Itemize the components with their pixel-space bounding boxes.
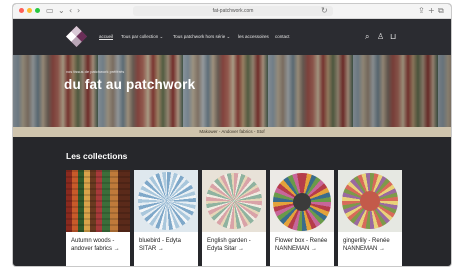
collection-card-gingerlily[interactable]: gingerlily - Renée NANNEMAN → bbox=[338, 170, 402, 266]
collection-card-autumn-woods[interactable]: Autumn woods - andover fabrics → bbox=[66, 170, 130, 266]
collection-card-english-garden[interactable]: English garden - Edyta Sitar → bbox=[202, 170, 266, 266]
minimize-window-button[interactable] bbox=[27, 8, 32, 13]
collection-caption[interactable]: Autumn woods - andover fabrics → bbox=[71, 238, 127, 253]
hero-title: du fat au patchwork bbox=[64, 77, 196, 92]
collections-title: Les collections bbox=[66, 151, 128, 161]
nav-item-contact[interactable]: contact bbox=[275, 34, 290, 39]
brands-strip: Makower - Andover fabrics - Stof bbox=[13, 127, 451, 137]
cart-icon[interactable]: ⊔ bbox=[390, 32, 396, 41]
fan-center bbox=[360, 191, 380, 211]
nav-item-accueil[interactable]: accueil bbox=[99, 34, 113, 39]
site-logo[interactable] bbox=[66, 26, 87, 47]
forward-icon[interactable]: › bbox=[77, 6, 80, 16]
sidebar-icon[interactable]: ▭ bbox=[46, 6, 54, 16]
collection-image[interactable] bbox=[202, 170, 266, 232]
share-icon[interactable]: ⇪ bbox=[418, 6, 425, 16]
account-icon[interactable]: ♙ bbox=[377, 32, 384, 41]
collection-caption[interactable]: bluebird - Edyta SITAR → bbox=[139, 238, 195, 253]
address-bar[interactable]: fat-patchwork.com bbox=[133, 6, 333, 16]
chevron-down-icon[interactable]: ⌄ bbox=[58, 6, 65, 16]
close-window-button[interactable] bbox=[19, 8, 24, 13]
fan-center bbox=[293, 193, 311, 211]
brands-strip-text: Makower - Andover fabrics - Stof bbox=[199, 129, 265, 134]
collection-caption[interactable]: Flower box - Renée NANNEMAN → bbox=[275, 238, 331, 253]
collection-caption[interactable]: English garden - Edyta Sitar → bbox=[207, 238, 263, 253]
browser-toolbar: ▭ ⌄ ‹ › fat-patchwork.com ↻ ⇪ + ⧉ bbox=[13, 4, 451, 19]
collection-card-flower-box[interactable]: Flower box - Renée NANNEMAN → bbox=[270, 170, 334, 266]
browser-window: ▭ ⌄ ‹ › fat-patchwork.com ↻ ⇪ + ⧉ accuei… bbox=[12, 3, 452, 267]
hero-kicker: vos tissus de patchwork préférés bbox=[66, 69, 125, 74]
maximize-window-button[interactable] bbox=[35, 8, 40, 13]
collection-card-bluebird[interactable]: bluebird - Edyta SITAR → bbox=[134, 170, 198, 266]
tabs-overview-icon[interactable]: ⧉ bbox=[438, 6, 444, 16]
nav-item-accessoires[interactable]: les accessoires bbox=[238, 34, 269, 39]
search-icon[interactable]: ⌕ bbox=[365, 32, 369, 41]
hero-banner: vos tissus de patchwork préférés du fat … bbox=[13, 55, 451, 127]
collection-caption[interactable]: gingerlily - Renée NANNEMAN → bbox=[343, 238, 399, 253]
site-header: accueil Tous par collection ⌄ Tous patch… bbox=[13, 19, 451, 55]
collection-image[interactable] bbox=[66, 170, 130, 232]
fabric-fan-graphic bbox=[138, 172, 196, 230]
new-tab-icon[interactable]: + bbox=[428, 6, 435, 16]
fabric-fan-graphic bbox=[206, 173, 262, 229]
collection-image[interactable] bbox=[338, 170, 402, 232]
back-icon[interactable]: ‹ bbox=[69, 6, 72, 16]
nav-item-collections[interactable]: Tous par collection ⌄ bbox=[121, 34, 163, 40]
collection-image[interactable] bbox=[270, 170, 334, 232]
reload-icon[interactable]: ↻ bbox=[321, 6, 328, 16]
collection-image[interactable] bbox=[134, 170, 198, 232]
nav-item-hors-serie[interactable]: Tous patchwork hors série ⌄ bbox=[173, 34, 230, 40]
